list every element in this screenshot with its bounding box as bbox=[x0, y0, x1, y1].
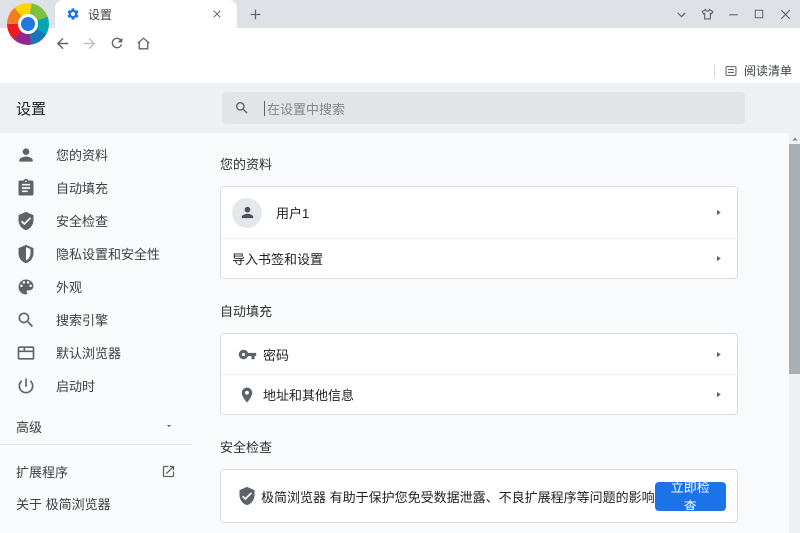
safety-check-description: 极简浏览器 有助于保护您免受数据泄露、不良扩展程序等问题的影响 bbox=[261, 487, 655, 506]
search-icon bbox=[234, 100, 250, 116]
reload-icon[interactable] bbox=[103, 30, 130, 56]
text-cursor bbox=[264, 101, 265, 116]
settings-sidebar: 您的资料 自动填充 安全检查 隐私设置和安全性 外观 bbox=[0, 138, 192, 519]
shield-check-icon bbox=[237, 486, 257, 506]
passwords-row[interactable]: 密码 bbox=[221, 334, 737, 374]
passwords-label: 密码 bbox=[263, 345, 289, 364]
sidebar-advanced-toggle[interactable]: 高级 bbox=[0, 410, 192, 442]
about-label: 关于 极简浏览器 bbox=[16, 494, 111, 513]
tab-title: 设置 bbox=[88, 6, 205, 23]
reading-list-button[interactable]: 阅读清单 bbox=[724, 62, 792, 79]
window-controls bbox=[668, 0, 798, 28]
search-engine-icon bbox=[16, 310, 36, 330]
scrollbar-thumb[interactable] bbox=[789, 144, 800, 374]
palette-icon bbox=[16, 277, 36, 297]
shield-half-icon bbox=[16, 244, 36, 264]
extensions-label: 扩展程序 bbox=[16, 462, 68, 481]
gear-icon bbox=[66, 7, 80, 21]
arrow-right-icon bbox=[714, 350, 723, 359]
theme-skin-icon[interactable] bbox=[694, 2, 720, 26]
autofill-card: 密码 地址和其他信息 bbox=[220, 333, 738, 415]
sidebar-item-appearance[interactable]: 外观 bbox=[0, 270, 192, 303]
sidebar-item-profile[interactable]: 您的资料 bbox=[0, 138, 192, 171]
close-button[interactable] bbox=[772, 2, 798, 26]
import-bookmarks-label: 导入书签和设置 bbox=[232, 249, 323, 268]
forward-icon[interactable] bbox=[76, 30, 103, 56]
profile-user-label: 用户1 bbox=[276, 203, 309, 222]
maximize-button[interactable] bbox=[746, 2, 772, 26]
arrow-right-icon bbox=[714, 390, 723, 399]
scrollbar[interactable] bbox=[789, 133, 800, 533]
titlebar: 设置 bbox=[0, 0, 800, 28]
sidebar-item-default-browser[interactable]: 默认浏览器 bbox=[0, 336, 192, 369]
external-link-icon bbox=[161, 464, 176, 479]
profile-card: 用户1 导入书签和设置 bbox=[220, 186, 738, 279]
clipboard-icon bbox=[16, 178, 36, 198]
sidebar-item-safety-check[interactable]: 安全检查 bbox=[0, 204, 192, 237]
bookmarks-divider bbox=[714, 64, 715, 78]
arrow-right-icon bbox=[714, 208, 723, 217]
profile-user-row[interactable]: 用户1 bbox=[221, 187, 737, 238]
sidebar-item-extensions[interactable]: 扩展程序 bbox=[0, 455, 192, 487]
settings-search-placeholder: 在设置中搜索 bbox=[267, 99, 345, 118]
settings-header: 设置 在设置中搜索 bbox=[0, 83, 800, 133]
section-title-profile: 您的资料 bbox=[220, 156, 738, 174]
settings-search-input[interactable]: 在设置中搜索 bbox=[222, 92, 745, 124]
check-now-button[interactable]: 立即检查 bbox=[655, 482, 726, 511]
tab-settings[interactable]: 设置 bbox=[55, 0, 237, 28]
avatar bbox=[232, 198, 262, 228]
chevron-down-icon[interactable] bbox=[668, 2, 694, 26]
reading-list-icon bbox=[724, 64, 738, 78]
addresses-label: 地址和其他信息 bbox=[263, 385, 354, 404]
browser-logo-core bbox=[21, 17, 35, 31]
sidebar-item-autofill[interactable]: 自动填充 bbox=[0, 171, 192, 204]
new-tab-button[interactable] bbox=[243, 2, 267, 26]
safety-check-card: 极简浏览器 有助于保护您免受数据泄露、不良扩展程序等问题的影响 立即检查 bbox=[220, 469, 738, 523]
browser-logo bbox=[7, 3, 49, 45]
arrow-right-icon bbox=[714, 254, 723, 263]
sidebar-divider bbox=[0, 444, 192, 445]
power-icon bbox=[16, 376, 36, 396]
browser-logo-ring bbox=[18, 14, 38, 34]
settings-page: 您的资料 自动填充 安全检查 隐私设置和安全性 外观 bbox=[0, 133, 800, 533]
sidebar-item-privacy[interactable]: 隐私设置和安全性 bbox=[0, 237, 192, 270]
import-bookmarks-row[interactable]: 导入书签和设置 bbox=[221, 238, 737, 278]
person-icon bbox=[16, 145, 36, 165]
addresses-row[interactable]: 地址和其他信息 bbox=[221, 374, 737, 414]
sidebar-item-about[interactable]: 关于 极简浏览器 bbox=[0, 487, 192, 519]
caret-down-icon bbox=[164, 421, 174, 431]
tab-close-icon[interactable] bbox=[205, 2, 229, 26]
back-icon[interactable] bbox=[49, 30, 76, 56]
sidebar-item-search-engine[interactable]: 搜索引擎 bbox=[0, 303, 192, 336]
settings-main: 您的资料 用户1 导入书签和设置 自动填充 bbox=[220, 133, 738, 523]
bookmarks-bar: 阅读清单 bbox=[0, 58, 800, 83]
browser-window-icon bbox=[16, 343, 36, 363]
section-title-autofill: 自动填充 bbox=[220, 303, 738, 321]
advanced-label: 高级 bbox=[16, 417, 42, 436]
section-title-safety-check: 安全检查 bbox=[220, 439, 738, 457]
shield-check-icon bbox=[16, 211, 36, 231]
sidebar-item-on-startup[interactable]: 启动时 bbox=[0, 369, 192, 402]
location-pin-icon bbox=[237, 385, 257, 405]
minimize-button[interactable] bbox=[720, 2, 746, 26]
home-icon[interactable] bbox=[130, 30, 157, 56]
page-title: 设置 bbox=[16, 83, 46, 133]
toolbar: 极简浏览器 chrome:// settings 搜索一下 bbox=[0, 28, 800, 58]
reading-list-label: 阅读清单 bbox=[744, 62, 792, 79]
key-icon bbox=[237, 344, 257, 364]
